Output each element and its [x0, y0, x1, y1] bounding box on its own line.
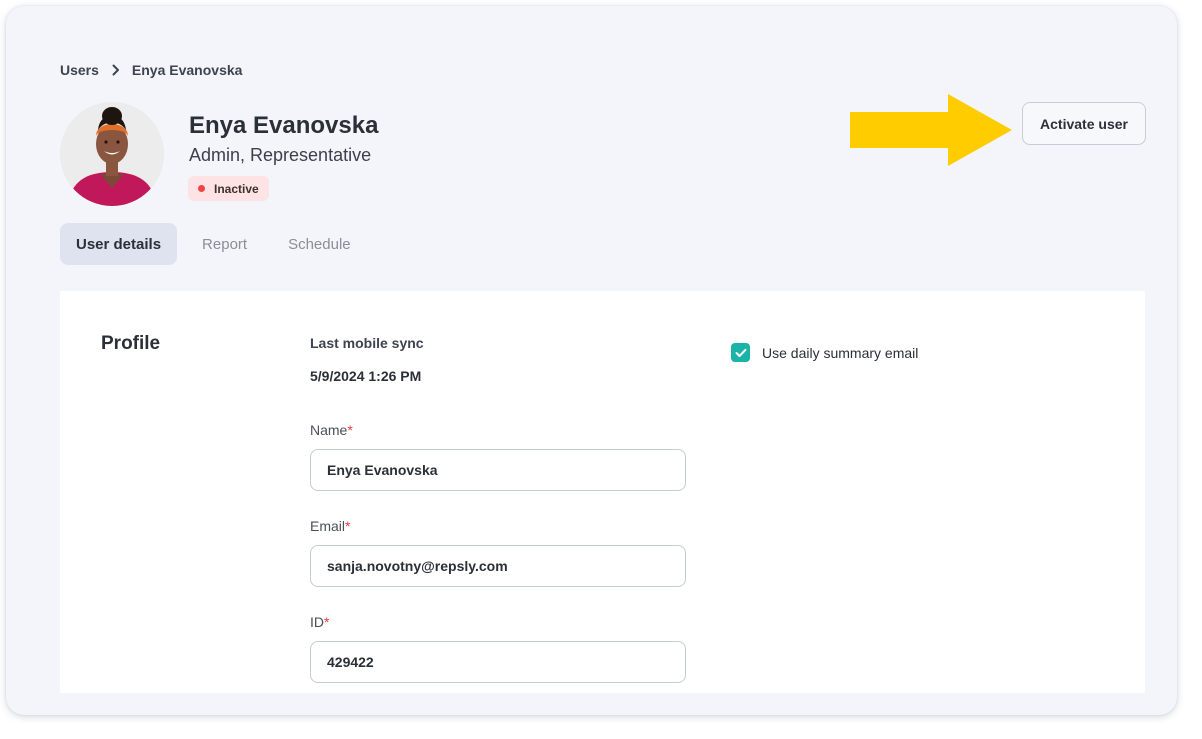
status-text: Inactive: [214, 181, 259, 196]
status-badge: Inactive: [188, 176, 269, 201]
profile-panel: Profile Last mobile sync 5/9/2024 1:26 P…: [60, 291, 1145, 693]
id-label: ID*: [310, 614, 329, 630]
check-icon: [735, 348, 746, 357]
user-name: Enya Evanovska: [189, 112, 379, 139]
name-label: Name*: [310, 422, 353, 438]
daily-summary-option[interactable]: Use daily summary email: [731, 343, 918, 362]
tab-bar: User details Report Schedule: [60, 223, 351, 265]
id-field[interactable]: [310, 641, 686, 683]
tab-schedule[interactable]: Schedule: [288, 223, 351, 265]
required-marker: *: [345, 518, 351, 534]
name-field[interactable]: [310, 449, 686, 491]
required-marker: *: [324, 614, 330, 630]
user-roles: Admin, Representative: [189, 145, 372, 165]
breadcrumb-users-link[interactable]: Users: [60, 62, 99, 78]
name-label-text: Name: [310, 422, 348, 438]
tab-user-details[interactable]: User details: [60, 223, 178, 265]
tab-report[interactable]: Report: [202, 223, 247, 265]
breadcrumb-current: Enya Evanovska: [131, 62, 243, 78]
required-marker: *: [347, 422, 353, 438]
activate-user-button[interactable]: Activate user: [1022, 102, 1146, 145]
email-label: Email*: [310, 518, 350, 534]
chevron-right-icon: [112, 64, 120, 76]
email-field[interactable]: [310, 545, 686, 587]
user-page-card: Users Enya Evanovska Enya Evanovska Admi…: [6, 6, 1177, 715]
last-sync-label: Last mobile sync: [310, 335, 424, 351]
daily-summary-checkbox[interactable]: [731, 343, 750, 362]
avatar: [60, 102, 164, 206]
section-title: Profile: [101, 333, 161, 354]
daily-summary-label: Use daily summary email: [762, 344, 919, 361]
last-sync-value: 5/9/2024 1:26 PM: [310, 368, 422, 384]
arrow-right-icon: [850, 94, 1012, 166]
id-label-text: ID: [310, 614, 324, 630]
status-dot-icon: [198, 185, 205, 192]
email-label-text: Email: [310, 518, 346, 534]
breadcrumb: Users Enya Evanovska: [60, 62, 242, 78]
